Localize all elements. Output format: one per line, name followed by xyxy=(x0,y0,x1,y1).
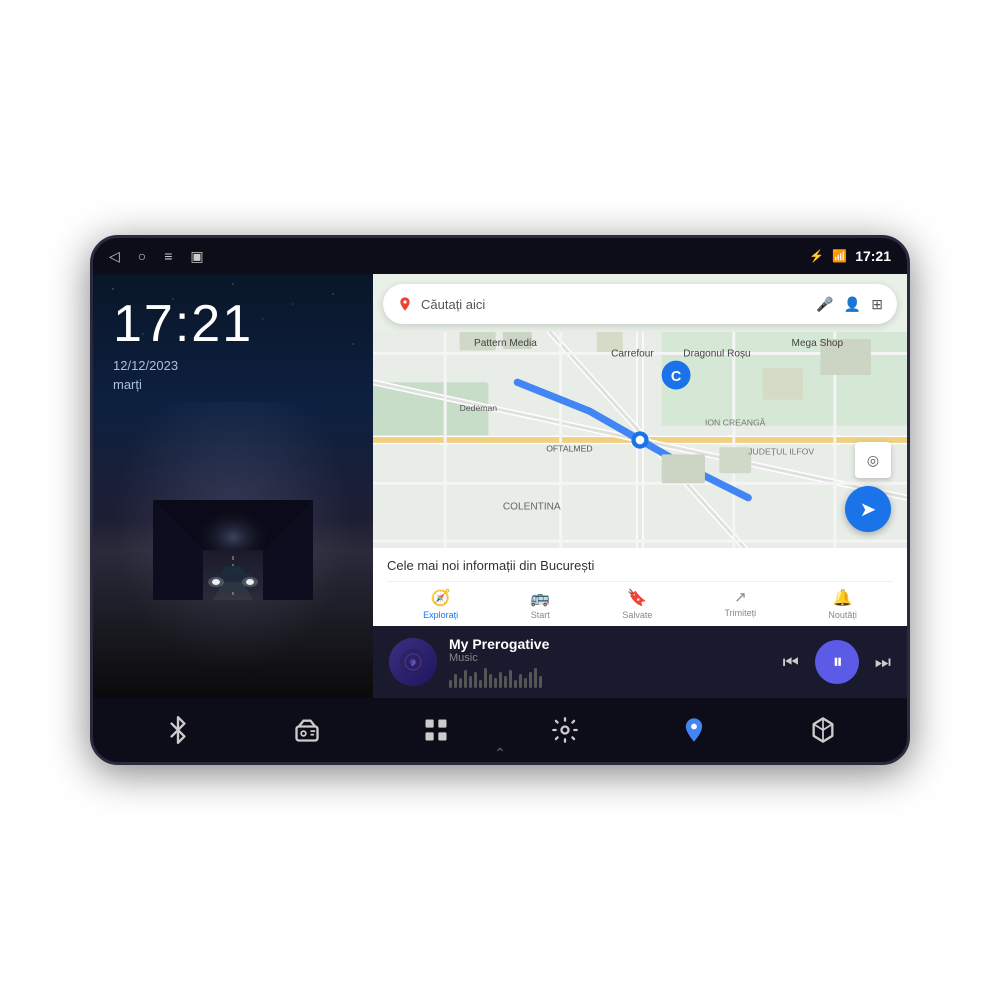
share-icon: ↗ xyxy=(734,588,747,606)
navigate-icon: ➤ xyxy=(860,497,877,522)
clock-time: 17:21 xyxy=(113,294,353,354)
dock-radio[interactable] xyxy=(283,706,331,754)
nav-item-noutăți[interactable]: 🔔 Noutăți xyxy=(828,588,857,620)
music-subtitle: Music xyxy=(449,652,771,664)
nav-item-explorați[interactable]: 🧭 Explorați xyxy=(423,588,458,620)
map-svg: C Google Dragonul Roșu Mega Shop Carrefo… xyxy=(373,332,907,548)
maps-info-title: Cele mai noi informații din București xyxy=(387,558,893,573)
nav-buttons: ◁ ○ ≡ ▣ xyxy=(109,248,204,265)
svg-text:♪: ♪ xyxy=(411,658,416,669)
explore-label: Explorați xyxy=(423,610,458,620)
start-label: Start xyxy=(531,610,550,620)
dock-chevron-icon[interactable]: ⌃ xyxy=(494,745,506,762)
nav-menu-icon[interactable]: ≡ xyxy=(164,248,172,264)
map-canvas: C Google Dragonul Roșu Mega Shop Carrefo… xyxy=(373,332,907,548)
svg-text:JUDEȚUL ILFOV: JUDEȚUL ILFOV xyxy=(748,446,814,456)
search-placeholder: Căutați aici xyxy=(421,297,816,312)
transit-icon: 🚌 xyxy=(530,588,550,608)
svg-text:Dedeman: Dedeman xyxy=(460,403,498,413)
album-art: ♪ xyxy=(389,638,437,686)
bookmark-icon: 🔖 xyxy=(627,588,647,608)
bottom-dock: ⌃ xyxy=(93,698,907,762)
explore-icon: 🧭 xyxy=(431,588,451,608)
dock-apps[interactable] xyxy=(412,706,460,754)
svg-text:ION CREANGĂ: ION CREANGĂ xyxy=(705,418,766,428)
nav-item-trimiteți[interactable]: ↗ Trimiteți xyxy=(725,588,757,620)
layer-icon: ◎ xyxy=(867,452,879,469)
dock-settings[interactable] xyxy=(541,706,589,754)
nav-home-icon[interactable]: ○ xyxy=(138,248,146,264)
clock-section: 17:21 12/12/2023 marți xyxy=(93,274,373,402)
svg-text:COLENTINA: COLENTINA xyxy=(503,501,561,512)
bluetooth-icon: ⚡ xyxy=(809,249,824,263)
svg-text:C: C xyxy=(671,369,682,385)
status-indicators: ⚡ 📶 17:21 xyxy=(809,248,891,264)
maps-search-bar[interactable]: Căutați aici 🎤 👤 ⊞ xyxy=(383,284,897,324)
music-waveform xyxy=(449,668,771,688)
account-icon[interactable]: 👤 xyxy=(844,296,861,313)
prev-track-button[interactable]: ⏮ xyxy=(783,652,799,673)
dock-maps[interactable] xyxy=(670,706,718,754)
saved-label: Salvate xyxy=(622,610,652,620)
google-maps-icon xyxy=(397,296,413,312)
next-track-button[interactable]: ⏭ xyxy=(875,652,891,673)
music-player: ♪ My Prerogative Music xyxy=(373,626,907,698)
dock-3d[interactable] xyxy=(799,706,847,754)
clock-date: 12/12/2023 xyxy=(113,358,353,373)
main-content: 17:21 12/12/2023 marți xyxy=(93,274,907,698)
updates-icon: 🔔 xyxy=(833,588,853,608)
status-time: 17:21 xyxy=(855,248,891,264)
map-locate-button[interactable]: ➤ xyxy=(845,486,891,532)
updates-label: Noutăți xyxy=(828,610,857,620)
nav-item-salvate[interactable]: 🔖 Salvate xyxy=(622,588,652,620)
maps-nav-bar: 🧭 Explorați 🚌 Start 🔖 Salvate ↗ Trimiteț… xyxy=(387,581,893,620)
play-pause-button[interactable]: ⏸ xyxy=(815,640,859,684)
maps-info-bar: Cele mai noi informații din București 🧭 … xyxy=(373,548,907,626)
car-illustration xyxy=(153,500,313,600)
music-controls: ⏮ ⏸ ⏭ xyxy=(783,640,891,684)
svg-text:OFTALMED: OFTALMED xyxy=(546,444,592,454)
music-title: My Prerogative xyxy=(449,636,771,652)
maps-section[interactable]: C Google Dragonul Roșu Mega Shop Carrefo… xyxy=(373,274,907,548)
share-label: Trimiteți xyxy=(725,608,757,618)
svg-text:Pattern Media: Pattern Media xyxy=(474,338,537,349)
pause-icon: ⏸ xyxy=(833,651,843,674)
mic-icon[interactable]: 🎤 xyxy=(816,296,833,313)
map-layer-button[interactable]: ◎ xyxy=(855,442,891,478)
svg-text:Carrefour: Carrefour xyxy=(611,348,654,359)
nav-screenshot-icon[interactable]: ▣ xyxy=(190,248,203,265)
lock-screen-panel: 17:21 12/12/2023 marți xyxy=(93,274,373,698)
status-bar: ◁ ○ ≡ ▣ ⚡ 📶 17:21 xyxy=(93,238,907,274)
nav-item-start[interactable]: 🚌 Start xyxy=(530,588,550,620)
android-auto-panel: C Google Dragonul Roșu Mega Shop Carrefo… xyxy=(373,274,907,698)
day-name: marți xyxy=(113,377,353,392)
dock-bluetooth[interactable] xyxy=(154,706,202,754)
svg-text:Dragonul Roșu: Dragonul Roșu xyxy=(683,348,750,359)
svg-text:Mega Shop: Mega Shop xyxy=(792,338,844,349)
nav-back-icon[interactable]: ◁ xyxy=(109,248,120,265)
layers-icon[interactable]: ⊞ xyxy=(871,296,883,313)
car-head-unit: ◁ ○ ≡ ▣ ⚡ 📶 17:21 17:21 12/12/2023 marți xyxy=(90,235,910,765)
music-info: My Prerogative Music xyxy=(449,636,771,688)
car-image-section xyxy=(93,402,373,698)
wifi-icon: 📶 xyxy=(832,249,847,263)
search-action-icons: 🎤 👤 ⊞ xyxy=(816,296,883,313)
